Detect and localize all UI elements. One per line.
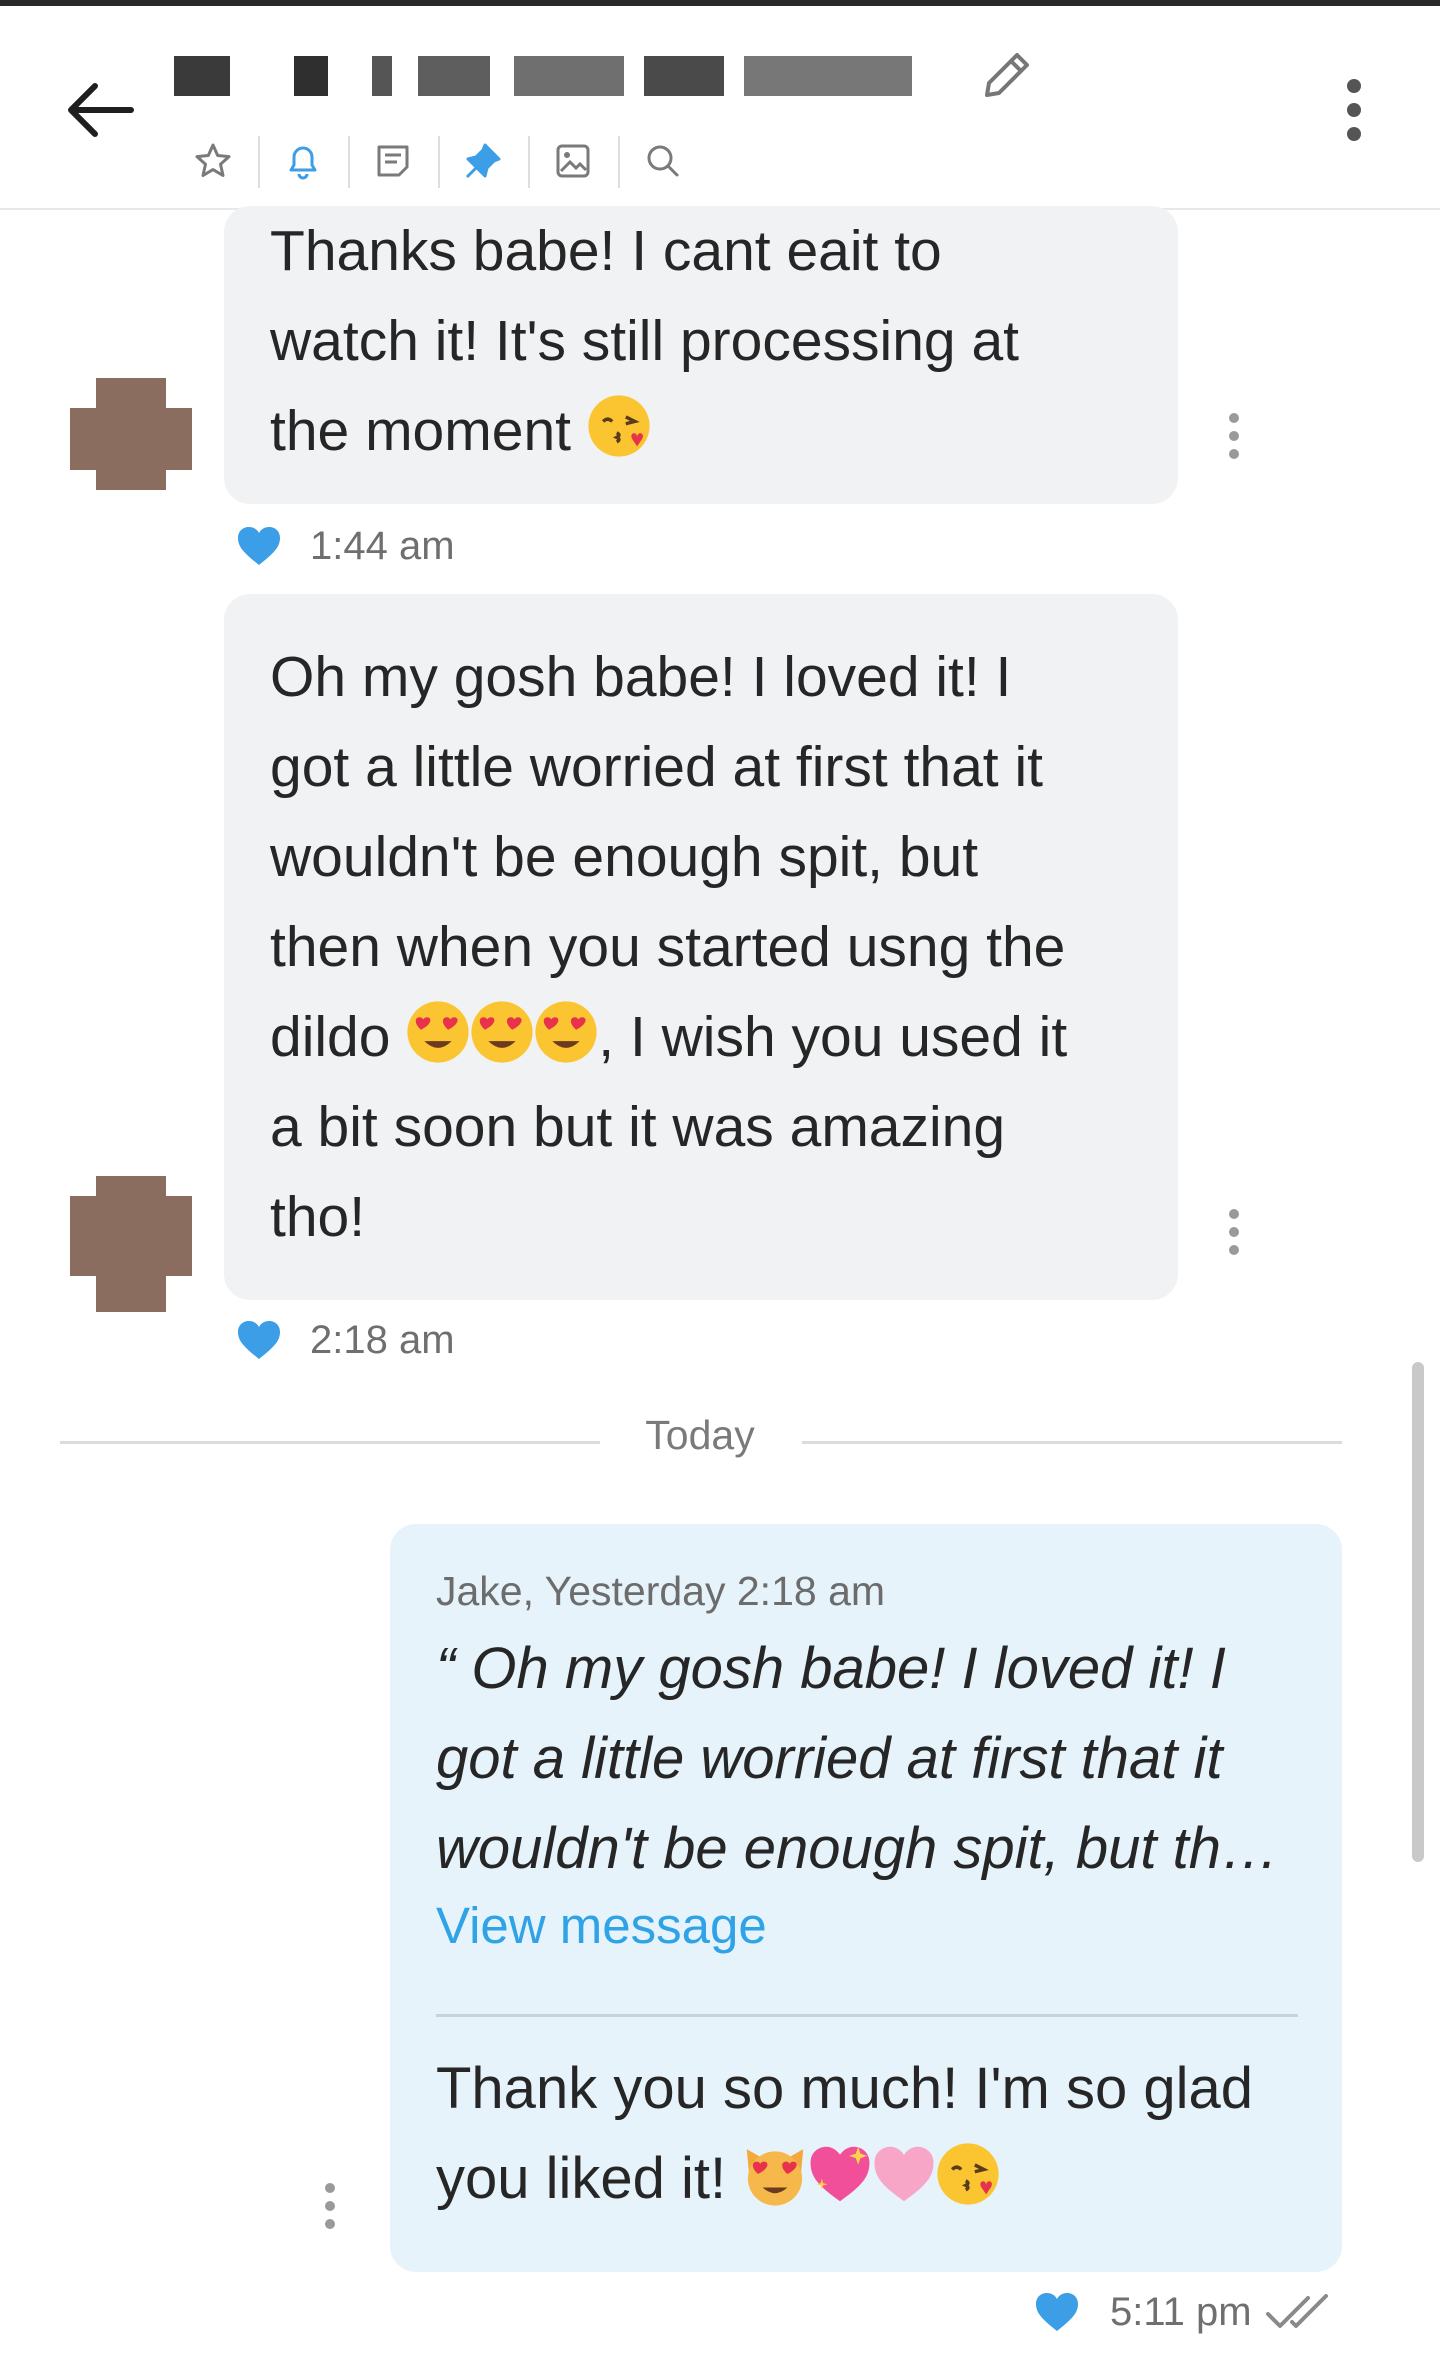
edit-name-button[interactable] [972,40,1042,110]
quoted-message: “ Oh my gosh babe! I loved it! I got a l… [436,1636,1279,1881]
chat-header [0,6,1440,210]
view-message-link[interactable]: View message [436,1896,767,1955]
notes-button[interactable] [348,126,438,196]
heart-icon[interactable] [236,1319,282,1361]
kebab-vertical-icon [1347,79,1361,141]
pencil-icon [985,53,1029,97]
pin-button[interactable] [438,126,528,196]
message-line: a bit soon but it was amazing [270,1095,1006,1159]
message-line: wouldn't be enough spit, but [270,825,979,889]
heart-eyes-emoji-icon [407,1001,469,1063]
message-timestamp: 2:18 am [310,1317,455,1362]
contact-name-redacted [174,48,914,104]
message-options-button[interactable] [1214,1192,1254,1272]
heart-icon[interactable] [1034,2291,1080,2333]
back-button[interactable] [62,72,138,148]
message-timestamp: 1:44 am [310,523,455,568]
avatar[interactable] [70,1176,192,1312]
message-bubble[interactable]: Thanks babe! I cant eait to watch it! It… [224,206,1178,504]
heart-eyes-emoji-icon [535,1001,597,1063]
star-icon [195,143,231,177]
scrollbar[interactable] [1412,1362,1424,1862]
bell-icon [289,146,317,180]
date-divider-label: Today [645,1412,755,1458]
message-line: Oh my gosh babe! I loved it! I [270,645,1012,709]
heart-eyes-emoji-icon [471,1001,533,1063]
kiss-emoji-icon [588,395,650,457]
pin-icon [465,143,501,179]
date-divider-line [60,1441,600,1444]
search-button[interactable] [618,126,708,196]
more-options-button[interactable] [1322,70,1386,150]
chat-toolbar [168,126,708,196]
heart-icon[interactable] [236,525,282,567]
quote-separator [436,2014,1298,2017]
message-line: got a little worried at first that it [270,735,1043,799]
double-check-icon [1265,2294,1328,2328]
message-options-button[interactable] [1214,396,1254,476]
reply-message: Thank you so much! I'm so glad you liked… [436,2056,1254,2211]
note-icon [377,145,409,177]
message-line: dildo , I wish you used it [270,992,1132,1082]
message-line: the moment [270,386,1132,476]
kiss-emoji-icon [937,2143,999,2205]
message-meta: 5:11 pm [1034,2282,1336,2342]
pink-heart-emoji-icon [874,2146,934,2202]
message-meta: 1:44 am [236,516,455,576]
quoted-author: Jake, Yesterday 2:18 am [436,1568,886,1614]
arrow-left-icon [68,83,134,137]
message-line: then when you started usng the [270,915,1066,979]
media-button[interactable] [528,126,618,196]
avatar[interactable] [70,368,192,490]
sparkling-heart-emoji-icon [810,2146,870,2202]
date-divider-line [802,1441,1342,1444]
message-line: tho! [270,1185,366,1249]
reply-bubble[interactable]: Jake, Yesterday 2:18 am “ Oh my gosh bab… [390,1524,1342,2272]
message-options-button[interactable] [310,2166,350,2246]
heart-eyes-cat-emoji-icon [747,2149,804,2206]
notifications-button[interactable] [258,126,348,196]
favorite-button[interactable] [168,126,258,196]
message-line: watch it! It's still processing at [270,309,1019,373]
message-line: Thanks babe! I cant eait to [270,219,942,283]
search-icon [647,145,679,177]
image-icon [556,144,590,178]
message-timestamp: 5:11 pm [1110,2289,1252,2334]
message-bubble[interactable]: Oh my gosh babe! I loved it! I got a lit… [224,594,1178,1300]
message-meta: 2:18 am [236,1310,455,1370]
